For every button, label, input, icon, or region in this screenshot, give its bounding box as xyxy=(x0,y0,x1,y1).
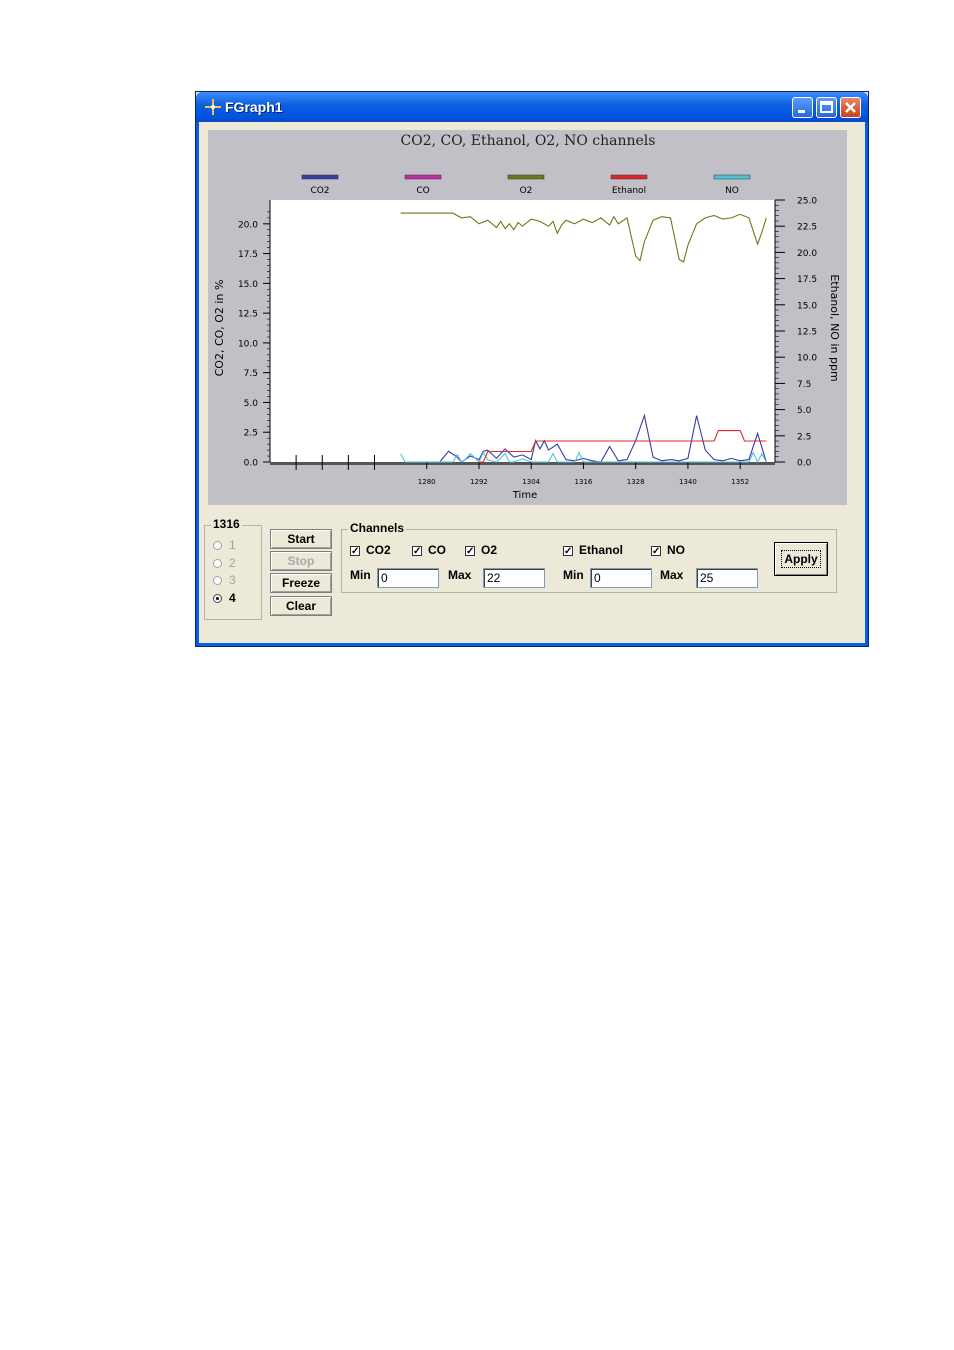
y2-tick-label: 20.0 xyxy=(797,249,817,259)
maximize-icon xyxy=(820,101,833,113)
radio-option-2[interactable]: 2 xyxy=(213,556,236,572)
checkmark-icon: ✓ xyxy=(412,545,422,557)
stop-button[interactable]: Stop xyxy=(270,551,332,571)
y2-axis-label: Ethanol, NO in ppm xyxy=(828,274,841,381)
start-button[interactable]: Start xyxy=(270,529,332,549)
counter-group: 1316 1 2 3 4 xyxy=(204,517,262,620)
y2-tick-label: 25.0 xyxy=(797,197,817,207)
close-icon xyxy=(845,102,856,113)
checkmark-icon: ✓ xyxy=(350,545,360,557)
legend-label-co2: CO2 xyxy=(310,186,329,196)
y-tick-label: 5.0 xyxy=(244,399,259,409)
legend-swatch-ethanol xyxy=(610,174,648,180)
minimize-button[interactable] xyxy=(792,97,813,118)
legend-label-no: NO xyxy=(725,186,739,196)
checkmark-icon: ✓ xyxy=(563,545,573,557)
minimize-icon xyxy=(798,110,805,113)
y2-tick-label: 17.5 xyxy=(797,275,817,285)
title-bar[interactable]: FGraph1 xyxy=(196,92,868,122)
window-title: FGraph1 xyxy=(225,99,283,115)
chart-legend: CO2 CO O2 Ethanol NO xyxy=(301,174,751,196)
line-chart: CO2, CO, Ethanol, O2, NO channels CO2 CO O… xyxy=(213,133,841,501)
counter-group-title: 1316 xyxy=(211,517,242,531)
radio-option-3[interactable]: 3 xyxy=(213,573,236,589)
y-tick-label: 10.0 xyxy=(238,339,258,349)
x-tick-label: 1328 xyxy=(627,478,645,486)
fgraph-window: FGraph1 CO2, CO, Ethanol, O2, NO channel… xyxy=(195,91,869,647)
legend-swatch-no xyxy=(713,174,751,180)
left-min-label: Min xyxy=(350,568,371,582)
chart-title: CO2, CO, Ethanol, O2, NO channels xyxy=(401,133,656,149)
y2-tick-label: 12.5 xyxy=(797,328,817,338)
x-tick-label: 1316 xyxy=(575,478,593,486)
radio-option-1[interactable]: 1 xyxy=(213,538,236,554)
legend-swatch-co xyxy=(404,174,442,180)
y2-tick-label: 15.0 xyxy=(797,301,817,311)
left-max-input[interactable]: 22 xyxy=(483,568,545,588)
radio-option-4[interactable]: 4 xyxy=(213,591,236,607)
x-axis-label: Time xyxy=(512,490,537,501)
legend-label-ethanol: Ethanol xyxy=(612,186,646,196)
co-checkbox[interactable]: ✓ CO xyxy=(412,542,446,558)
y2-tick-label: 0.0 xyxy=(797,459,812,469)
legend-swatch-o2 xyxy=(507,174,545,180)
y2-tick-label: 7.5 xyxy=(797,380,811,390)
legend-swatch-co2 xyxy=(301,174,339,180)
close-button[interactable] xyxy=(840,97,861,118)
y-tick-label: 12.5 xyxy=(238,310,258,320)
right-max-input[interactable]: 25 xyxy=(696,568,758,588)
x-tick-label: 1340 xyxy=(679,478,697,486)
o2-checkbox[interactable]: ✓ O2 xyxy=(465,542,497,558)
y-axis-label: CO2, CO, O2 in % xyxy=(213,280,226,377)
right-max-label: Max xyxy=(660,568,684,582)
no-checkbox[interactable]: ✓ NO xyxy=(651,542,685,558)
channels-group: Channels ✓ CO2 ✓ CO ✓ O2 ✓ Ethanol ✓ NO Min 0… xyxy=(341,521,837,593)
legend-label-co: CO xyxy=(416,186,429,196)
plot-area xyxy=(270,200,775,462)
checkmark-icon: ✓ xyxy=(465,545,475,557)
apply-button[interactable]: Apply xyxy=(774,542,828,576)
chart-panel: CO2, CO, Ethanol, O2, NO channels CO2 CO O… xyxy=(208,130,847,505)
y2-tick-label: 2.5 xyxy=(797,432,811,442)
x-tick-label: 1292 xyxy=(470,478,488,486)
y-tick-label: 0.0 xyxy=(244,459,259,469)
right-min-label: Min xyxy=(563,568,584,582)
y-tick-label: 7.5 xyxy=(244,369,258,379)
legend-label-o2: O2 xyxy=(520,186,533,196)
y-tick-label: 17.5 xyxy=(238,250,258,260)
app-crosshair-icon xyxy=(205,99,221,115)
y2-tick-label: 10.0 xyxy=(797,354,817,364)
x-tick-label: 1304 xyxy=(522,478,540,486)
clear-button[interactable]: Clear xyxy=(270,596,332,616)
channels-group-title: Channels xyxy=(348,521,407,535)
y2-tick-label: 22.5 xyxy=(797,223,817,233)
co2-checkbox[interactable]: ✓ CO2 xyxy=(350,542,391,558)
left-max-label: Max xyxy=(448,568,472,582)
y2-tick-label: 5.0 xyxy=(797,406,812,416)
y-tick-label: 2.5 xyxy=(244,429,258,439)
ethanol-checkbox[interactable]: ✓ Ethanol xyxy=(563,542,623,558)
right-min-input[interactable]: 0 xyxy=(590,568,652,588)
radio-selected-icon xyxy=(213,594,222,604)
radio-icon xyxy=(213,541,222,551)
maximize-button[interactable] xyxy=(816,97,837,118)
checkmark-icon: ✓ xyxy=(651,545,661,557)
x-tick-label: 1280 xyxy=(418,478,436,486)
left-min-input[interactable]: 0 xyxy=(377,568,439,588)
y-tick-label: 20.0 xyxy=(238,220,258,230)
y-tick-label: 15.0 xyxy=(238,280,258,290)
radio-icon xyxy=(213,576,222,586)
freeze-button[interactable]: Freeze xyxy=(270,573,332,593)
x-tick-label: 1352 xyxy=(731,478,749,486)
radio-icon xyxy=(213,559,222,569)
